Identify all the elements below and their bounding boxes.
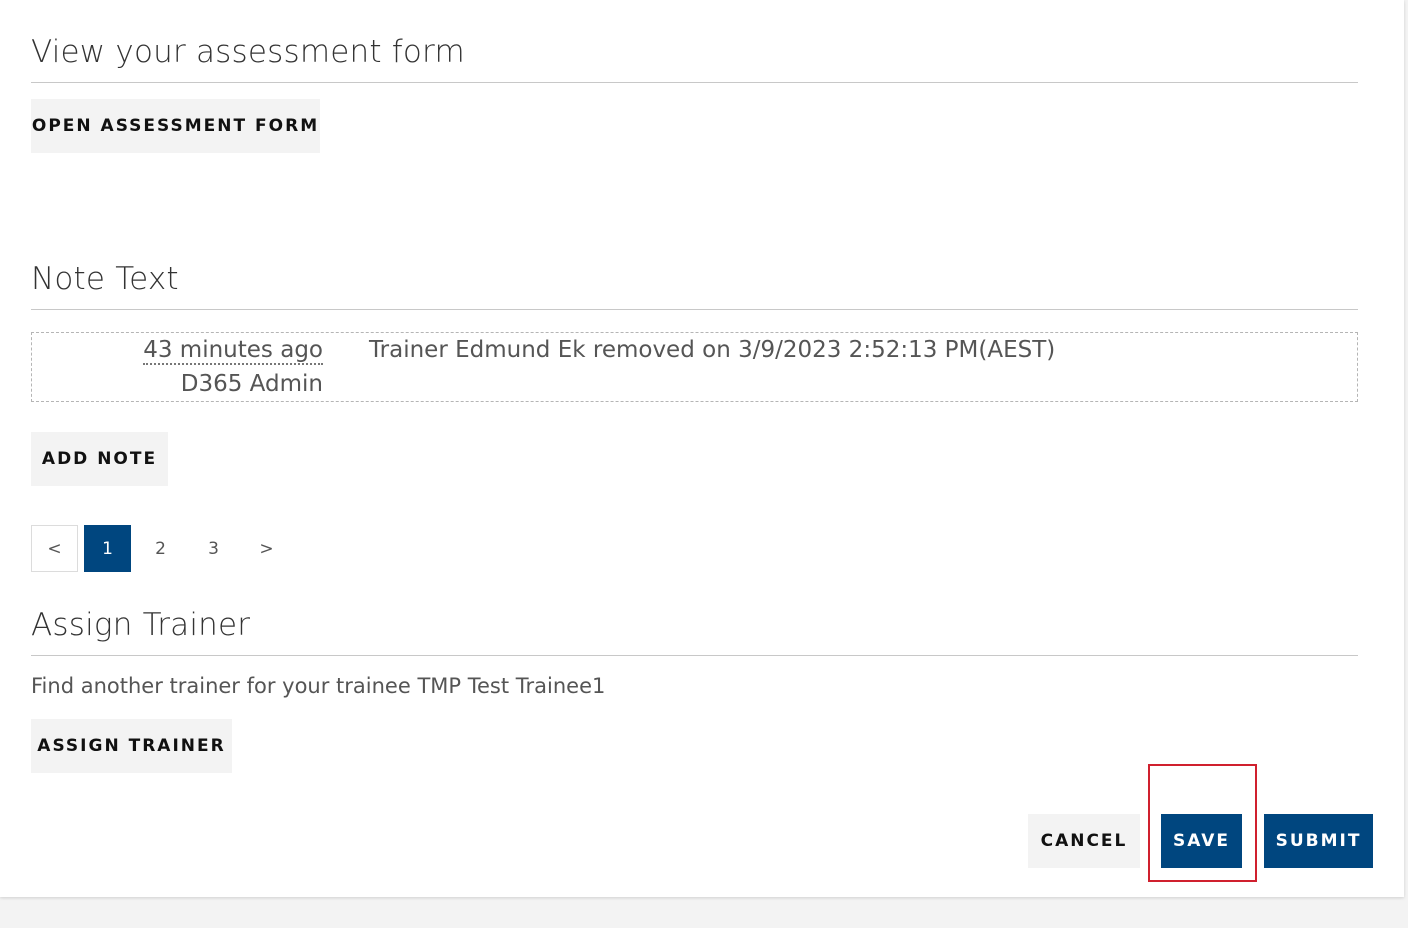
assign-trainer-section-title: Assign Trainer: [31, 607, 251, 643]
add-note-button[interactable]: ADD NOTE: [31, 432, 168, 486]
assign-trainer-description: Find another trainer for your trainee TM…: [31, 674, 606, 698]
open-assessment-form-button[interactable]: OPEN ASSESSMENT FORM: [31, 99, 320, 153]
form-card: View your assessment form OPEN ASSESSMEN…: [0, 0, 1404, 897]
pagination-next-button[interactable]: >: [243, 525, 290, 572]
save-button[interactable]: SAVE: [1161, 814, 1242, 868]
pagination-page-1[interactable]: 1: [84, 525, 131, 572]
assign-trainer-divider: [31, 655, 1358, 656]
pagination-page-3[interactable]: 3: [190, 525, 237, 572]
submit-button[interactable]: SUBMIT: [1264, 814, 1373, 868]
assessment-section-title: View your assessment form: [31, 34, 465, 70]
note-section-title: Note Text: [31, 261, 179, 297]
note-entry: 43 minutes ago D365 Admin Trainer Edmund…: [31, 332, 1358, 402]
cancel-button[interactable]: CANCEL: [1028, 814, 1140, 868]
assign-trainer-button[interactable]: ASSIGN TRAINER: [31, 719, 232, 773]
note-timestamp: 43 minutes ago: [143, 337, 323, 365]
note-text: Trainer Edmund Ek removed on 3/9/2023 2:…: [369, 337, 1056, 363]
pagination-page-2[interactable]: 2: [137, 525, 184, 572]
note-divider: [31, 309, 1358, 310]
assessment-divider: [31, 82, 1358, 83]
note-author: D365 Admin: [180, 371, 323, 397]
pagination-prev-button[interactable]: <: [31, 525, 78, 572]
